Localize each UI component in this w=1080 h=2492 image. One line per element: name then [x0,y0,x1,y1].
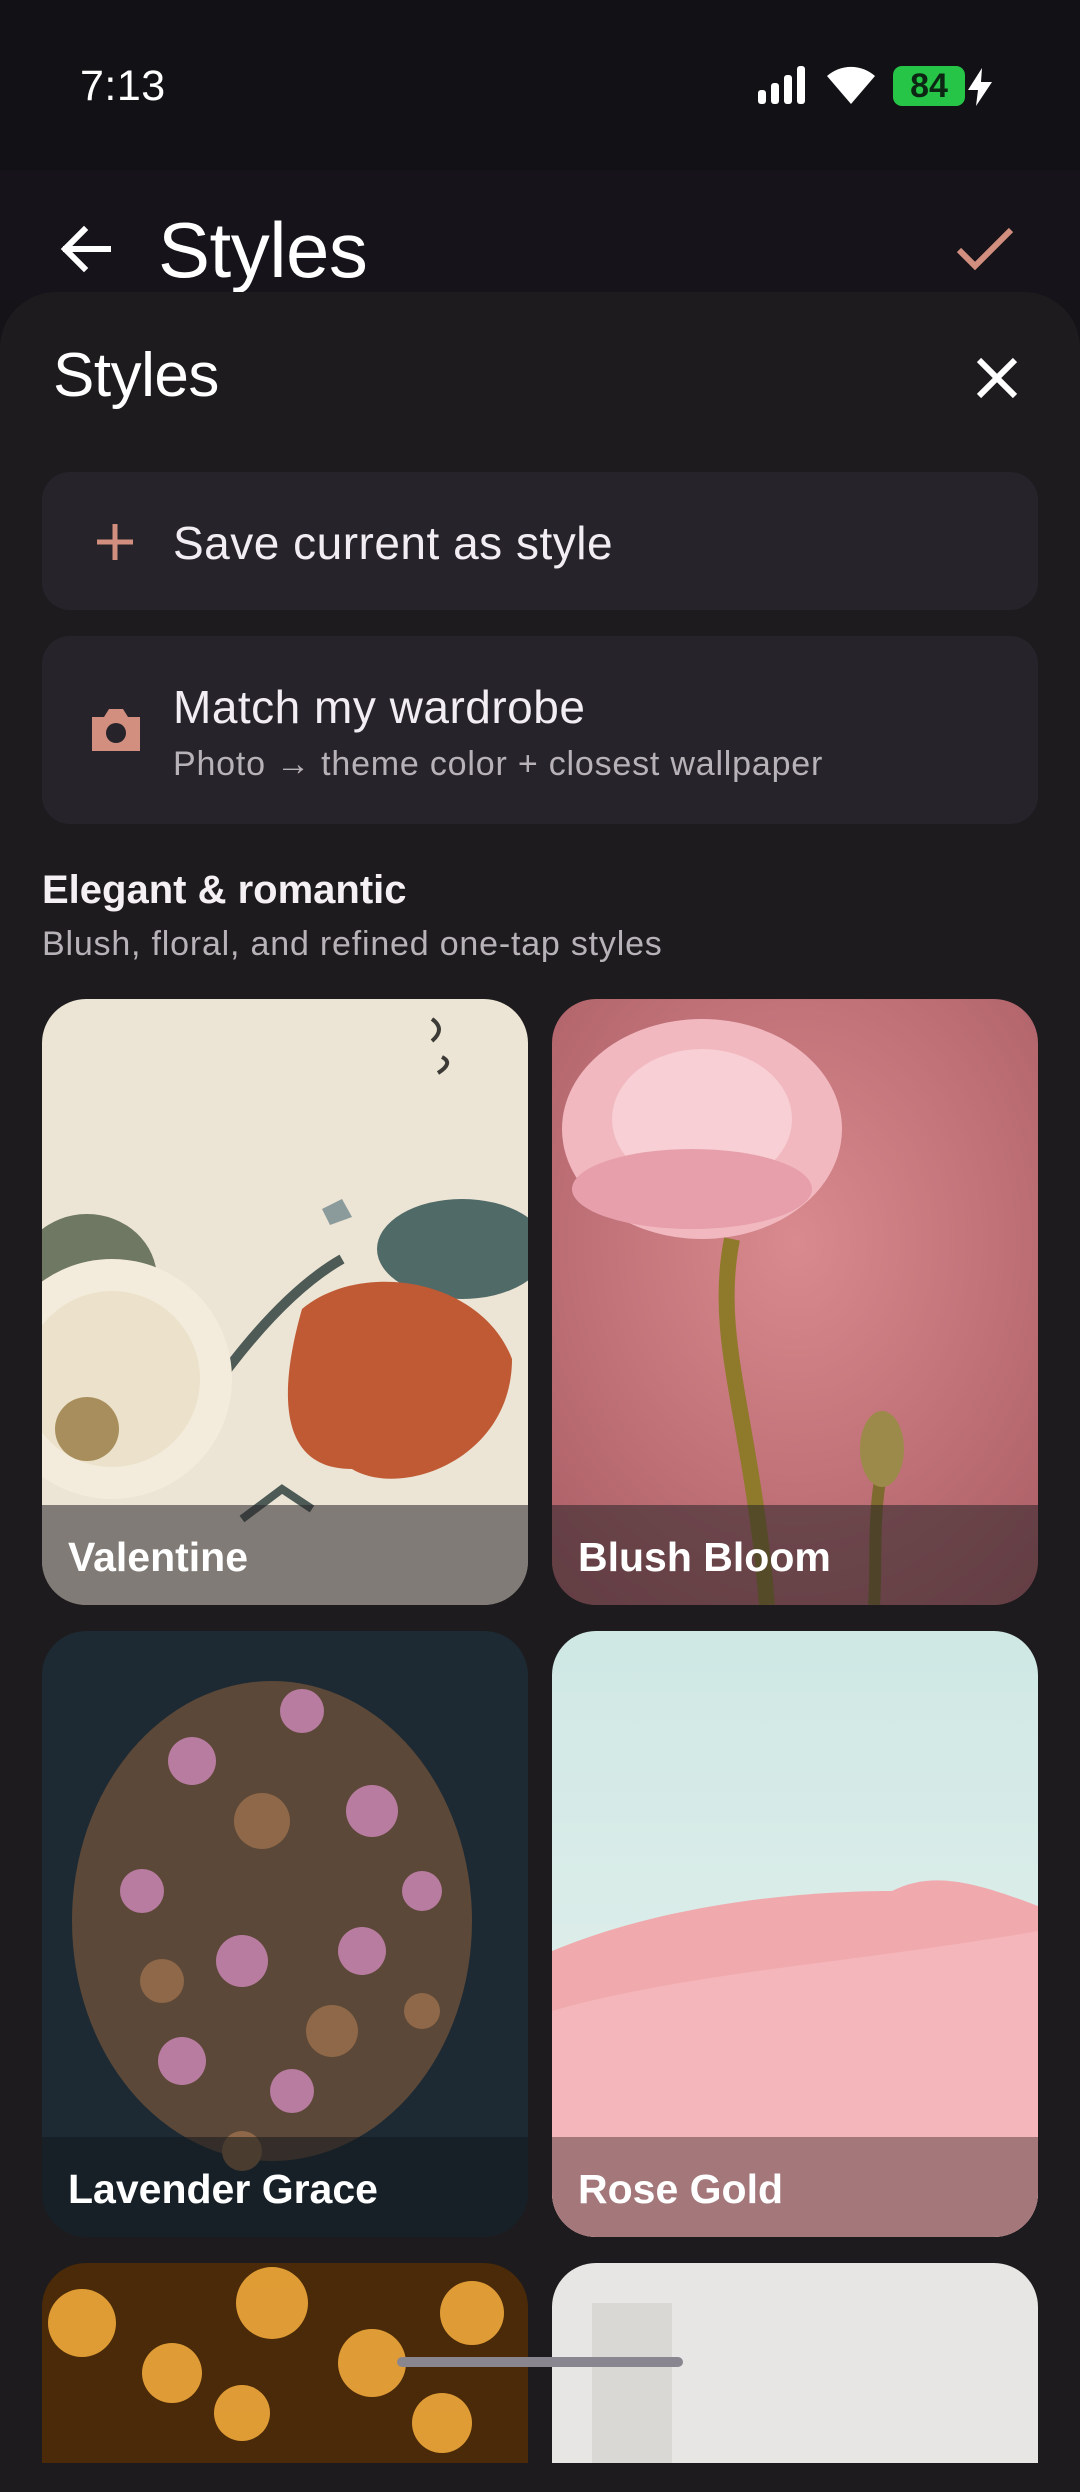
style-name: Rose Gold [578,2166,784,2212]
style-name: Valentine [68,1534,249,1580]
section-title: Elegant & romantic [42,868,407,912]
style-tile-lavender-grace[interactable]: Lavender Grace [42,1631,528,2237]
close-x-icon[interactable] [975,356,1019,405]
style-name: Lavender Grace [68,2166,378,2212]
camera-icon [88,705,144,758]
style-tile-valentine[interactable]: Valentine [42,999,528,1605]
wifi-icon [825,64,877,111]
arrow-left-icon[interactable] [58,222,112,281]
checkmark-icon[interactable] [955,226,1015,279]
signal-icon [758,66,810,109]
battery-icon: 84 [893,66,965,106]
style-tile-rose-gold[interactable]: Rose Gold [552,1631,1038,2237]
match-wardrobe-subtitle: Photo → theme color + closest wallpaper [173,745,824,783]
charging-bolt-icon [968,68,992,111]
page-title: Styles [158,206,368,294]
status-time: 7:13 [80,62,166,110]
style-tile-blush-bloom[interactable]: Blush Bloom [552,999,1038,1605]
sheet-title: Styles [53,341,219,410]
home-indicator[interactable] [397,2357,683,2367]
save-current-style-label: Save current as style [173,517,614,569]
status-bar: 7:13 84 [0,0,1080,170]
section-subtitle: Blush, floral, and refined one-tap style… [42,925,663,963]
match-wardrobe-label: Match my wardrobe [173,681,586,733]
style-name: Blush Bloom [578,1534,831,1580]
plus-icon [95,522,135,567]
